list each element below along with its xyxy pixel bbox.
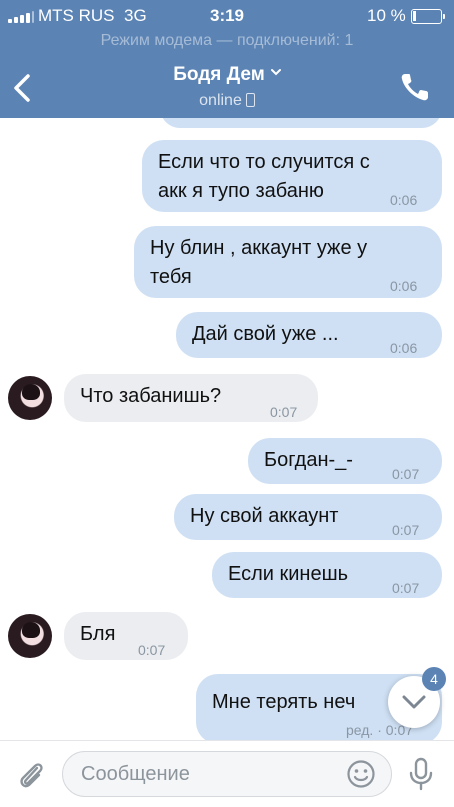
message-composer: Сообщение [0,740,454,807]
paperclip-icon[interactable] [16,759,46,791]
message-time: 0:07 [392,466,420,482]
message-time: 0:06 [390,192,418,208]
message-bubble[interactable]: Ну свой аккаунт 0:07 [174,494,442,540]
message-time: 0:07 [392,580,420,596]
scroll-down-icon [402,695,426,709]
unread-count-badge: 4 [422,667,446,691]
mobile-device-icon [245,93,255,107]
message-bubble[interactable]: Если кинешь 0:07 [212,552,442,598]
message-bubble[interactable]: Если что то случится с акк я тупо забаню… [142,140,442,212]
message-text-line: тебя [150,266,192,288]
message-text-line: акк я тупо забаню [158,180,324,202]
contact-name: Бодя Дем [173,64,265,85]
message-bubble[interactable]: Бля 0:07 [64,612,188,660]
message-bubble[interactable]: Ну блин , аккаунт уже у тебя 0:06 [134,226,442,298]
message-time: 0:06 [390,340,418,356]
chevron-down-icon [270,69,281,76]
message-time: 0:07 [270,404,298,420]
hotspot-banner[interactable]: Режим модема — подключений: 1 [0,32,454,54]
contact-status: online [0,92,454,110]
battery-icon [411,9,445,24]
online-status: online [199,92,242,109]
message-list[interactable]: Если что то случится с акк я тупо забаню… [0,118,454,740]
message-time: 0:07 [392,522,420,538]
message-bubble[interactable]: Что забанишь? 0:07 [64,374,318,422]
message-input[interactable]: Сообщение [62,751,392,797]
message-bubble[interactable]: Дай свой уже ... 0:06 [176,312,442,358]
top-bar: MTS RUS 3G 3:19 10 % Режим модема — подк… [0,0,454,118]
contact-avatar[interactable] [8,614,52,658]
message-bubble[interactable]: Богдан-_- 0:07 [248,438,442,484]
status-bar: MTS RUS 3G 3:19 10 % [0,0,454,32]
microphone-icon[interactable] [408,757,434,791]
contact-title[interactable]: Бодя Дем [0,64,454,86]
chat-header: Бодя Дем online [0,56,454,118]
message-text-line: Если что то случится с [158,151,370,173]
phone-icon[interactable] [398,70,432,104]
battery-percent: 10 % [367,6,406,25]
message-time: 0:07 [138,642,166,658]
message-bubble-partial [160,118,442,128]
contact-avatar[interactable] [8,376,52,420]
message-text-line: Ну блин , аккаунт уже у [150,237,368,259]
smile-icon[interactable] [346,759,376,789]
message-time: 0:06 [390,278,418,294]
